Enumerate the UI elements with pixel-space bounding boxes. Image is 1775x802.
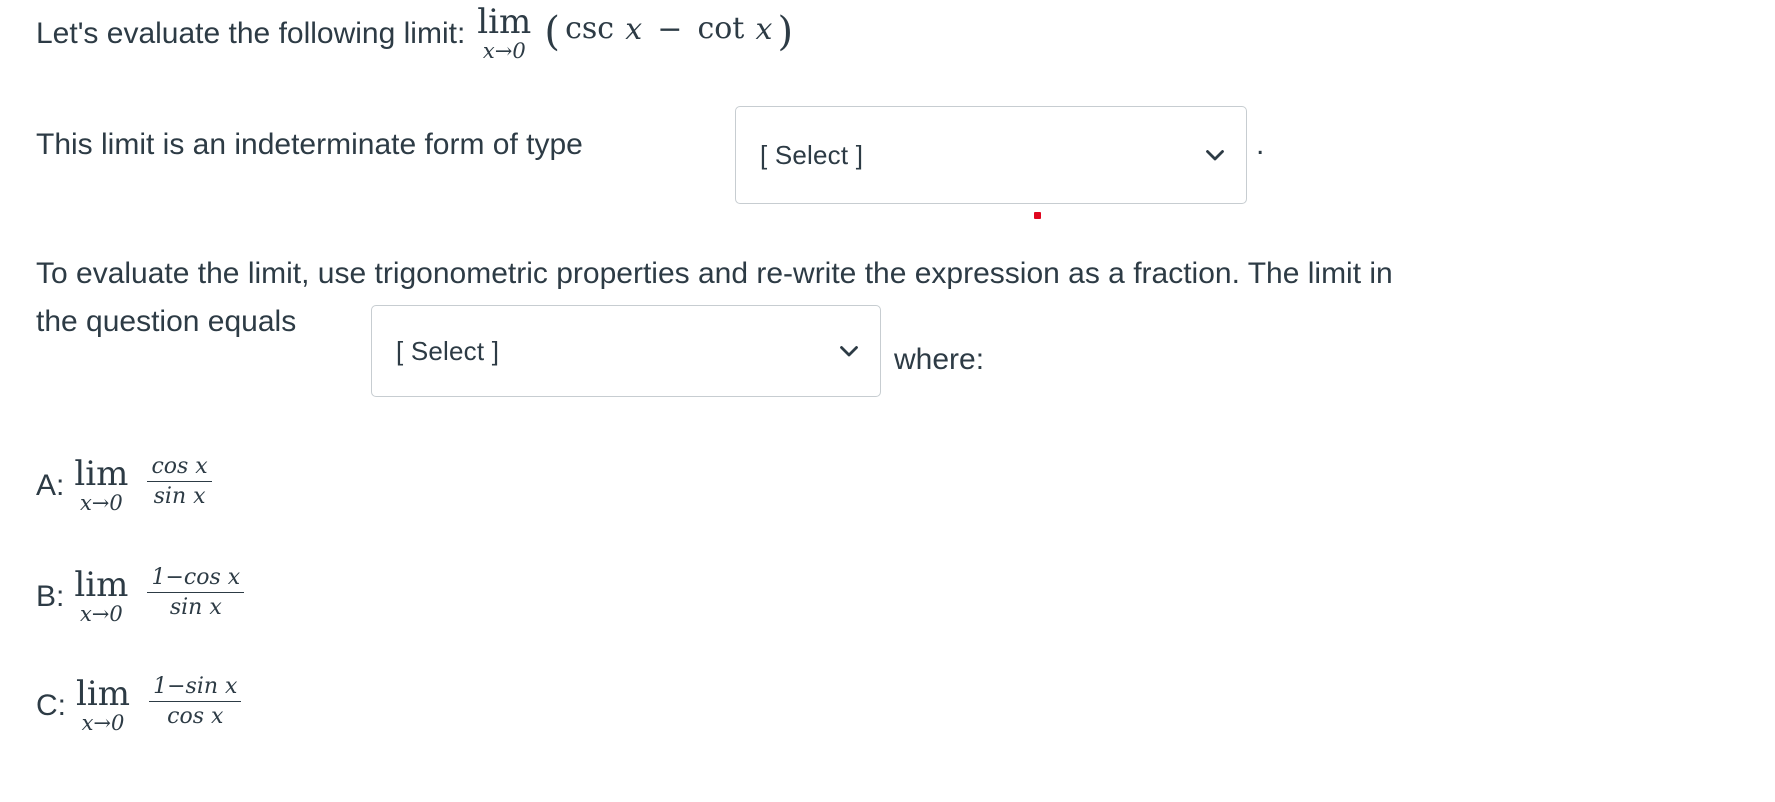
cot-function: cot [697,11,745,47]
question-line-1: Let's evaluate the following limit: lim … [36,2,793,66]
csc-variable: x [625,11,643,47]
question-line-3: To evaluate the limit, use trigonometric… [36,252,1393,296]
choice-a-numerator: cos x [151,454,208,480]
choice-b-denominator: sin x [147,592,245,621]
question-page: Let's evaluate the following limit: lim … [0,0,1775,802]
chevron-down-icon [838,340,860,362]
choice-a-lim-subscript: x→0 [79,490,123,515]
choice-b-lim-subscript: x→0 [79,601,123,626]
choice-b-fraction: 1−cos x sin x [147,565,245,621]
lim-subscript: x→0 [482,38,526,63]
close-paren: ) [777,9,794,55]
line2-text-before: This limit is an indeterminate form of t… [36,128,583,161]
cot-variable: x [755,11,773,47]
indeterminate-form-select-value: [ Select ] [760,139,864,170]
lim-label: lim [477,2,532,43]
choice-c-fraction: 1−sin x cos x [149,674,242,730]
choice-a-label: A: [36,469,65,502]
limit-operator: lim x→0 [477,2,532,63]
choice-b-limit-operator: lim x→0 [74,565,129,626]
choice-a-limit-operator: lim x→0 [74,454,129,515]
choice-c: C: lim x→0 1−sin x cos x [36,670,242,742]
choice-a: A: lim x→0 cos x sin x [36,450,212,522]
csc-function: csc [565,11,615,47]
question-line-2: This limit is an indeterminate form of t… [36,120,583,170]
choice-c-numerator: 1−sin x [153,674,238,700]
choice-b-expression: lim x→0 1−cos x sin x [74,565,245,626]
open-paren: ( [544,9,560,55]
chevron-down-icon [1204,144,1226,166]
line2-text-after: . [1256,128,1265,161]
choice-c-expression: lim x→0 1−sin x cos x [76,674,242,735]
line4-text-before: the question equals [36,305,297,338]
choice-c-lim-label: lim [76,674,130,715]
choice-c-denominator: cos x [149,701,242,730]
line1-text: Let's evaluate the following limit: [36,17,466,50]
limit-value-select[interactable]: [ Select ] [371,305,881,397]
minus-operator: − [657,11,683,47]
choice-a-expression: lim x→0 cos x sin x [74,454,212,515]
choice-a-lim-label: lim [74,454,129,495]
line3-text: To evaluate the limit, use trigonometric… [36,257,1393,290]
choice-b: B: lim x→0 1−cos x sin x [36,561,245,633]
limit-expression: lim x→0 ( csc x − cot x ) [477,2,794,63]
choice-b-numerator: 1−cos x [151,565,241,591]
choice-a-denominator: sin x [147,481,212,510]
line4-text-after: where: [894,343,985,376]
red-dot-marker [1034,212,1041,219]
question-line-4: the question equals [36,297,296,347]
choice-c-limit-operator: lim x→0 [76,674,130,735]
choice-c-label: C: [36,689,66,722]
choice-a-fraction: cos x sin x [147,454,212,510]
choice-b-lim-label: lim [74,565,129,606]
choice-b-label: B: [36,580,65,613]
choice-c-lim-subscript: x→0 [81,710,125,735]
indeterminate-form-select[interactable]: [ Select ] [735,106,1247,204]
limit-value-select-value: [ Select ] [396,335,500,366]
